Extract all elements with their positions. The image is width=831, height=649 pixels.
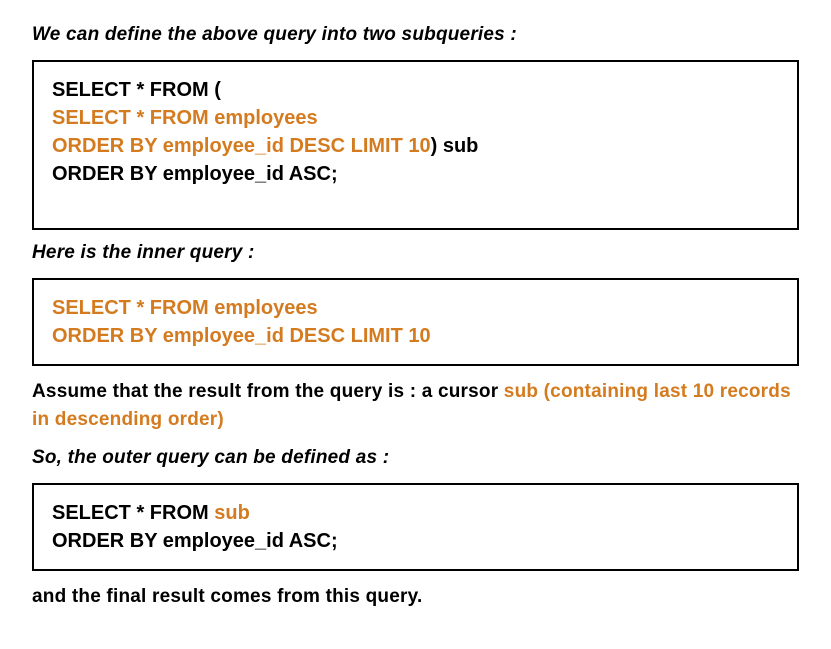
code-line: ORDER BY employee_id DESC LIMIT 10) sub — [52, 132, 779, 160]
code-box-outer: SELECT * FROM sub ORDER BY employee_id A… — [32, 483, 799, 571]
code-span: ) sub — [431, 135, 479, 157]
inner-query-span: SELECT * FROM employees — [52, 297, 318, 319]
intro-text-1: We can define the above query into two s… — [32, 24, 799, 46]
assume-prefix: Assume that the result from the query is… — [32, 381, 504, 402]
inner-query-span: SELECT * FROM employees — [52, 107, 318, 129]
assume-text: Assume that the result from the query is… — [32, 378, 799, 433]
intro-text-2: Here is the inner query : — [32, 242, 799, 264]
code-line: SELECT * FROM sub — [52, 499, 779, 527]
inner-query-span: ORDER BY employee_id DESC LIMIT 10 — [52, 135, 431, 157]
code-span: SELECT * FROM — [52, 502, 214, 524]
code-line: SELECT * FROM ( — [52, 76, 779, 104]
final-text: and the final result comes from this que… — [32, 583, 799, 611]
code-box-inner: SELECT * FROM employees ORDER BY employe… — [32, 278, 799, 366]
code-line: ORDER BY employee_id ASC; — [52, 527, 779, 555]
intro-text-3: So, the outer query can be defined as : — [32, 447, 799, 469]
code-line: ORDER BY employee_id ASC; — [52, 160, 779, 188]
inner-query-span: ORDER BY employee_id DESC LIMIT 10 — [52, 325, 431, 347]
code-line: SELECT * FROM employees — [52, 294, 779, 322]
code-box-combined: SELECT * FROM ( SELECT * FROM employees … — [32, 60, 799, 230]
code-line: SELECT * FROM employees — [52, 104, 779, 132]
code-line: ORDER BY employee_id DESC LIMIT 10 — [52, 322, 779, 350]
sub-span: sub — [214, 502, 250, 524]
